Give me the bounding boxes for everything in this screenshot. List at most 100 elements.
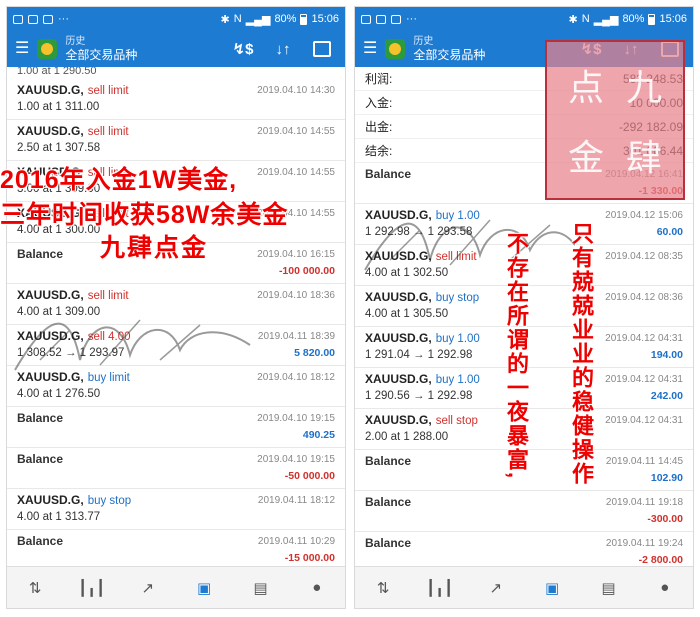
timestamp: 2019.04.12 04:31 [605,415,683,426]
metatrader-logo [37,39,58,59]
overlay-headline-1: 2016年入金1W美金, [0,166,238,194]
order-detail: 4.00 at 1 313.77 [17,511,101,523]
battery-icon [300,13,308,25]
order-type: sell limit [87,85,129,97]
partial-row: 1.00 at 1 290.50 [17,67,97,77]
status-bar: ··· ✱ N ▂▄▆ 80% 15:06 [355,7,693,31]
order-row[interactable]: XAUUSD.G, buy stop 2019.04.11 18:12 4.00 at… [7,489,345,530]
symbol: XAUUSD.G, [17,83,84,97]
chart-icon[interactable]: ┃╻┃ [426,579,453,597]
symbol: Balance [365,454,412,468]
symbol-filter-icon[interactable]: ↯$ [227,40,259,58]
amount: 102.90 [650,472,683,484]
balance-row[interactable]: Balance 2019.04.11 10:29 -15 000.00 [7,530,345,566]
symbol: Balance [17,452,64,466]
overlay-headline-2: 三年时间收获58W余美金 [0,201,289,229]
battery-percent: 80% [274,13,297,25]
bluetooth-icon: ✱ [220,13,230,26]
chat-notification-icon [43,14,53,24]
amount: -2 800.00 [638,554,683,566]
timestamp: 2019.04.12 08:35 [605,251,683,262]
amount: 490.25 [302,429,335,441]
timestamp: 2019.04.11 19:24 [605,538,683,549]
seal-char: 点 [567,68,604,109]
page-subtitle[interactable]: 全部交易品种 [65,48,219,62]
order-type: buy stop [87,495,132,507]
symbol: Balance [17,247,64,261]
seal-char: 九 [625,68,662,109]
messages-icon[interactable]: ● [306,579,328,597]
amount: -15 000.00 [284,552,335,564]
seal-char: 金 [567,138,604,179]
news-icon[interactable]: ▤ [249,579,271,597]
page-subtitle[interactable]: 全部交易品种 [413,48,567,62]
image-notification-icon [361,14,371,24]
metatrader-logo [385,39,406,59]
history-icon[interactable]: ▣ [541,579,563,597]
overlay-brand: 九肆点金 [100,234,209,262]
amount: 5 820.00 [294,347,335,359]
messages-icon[interactable]: ● [654,579,676,597]
balance-row[interactable]: Balance 2019.04.10 19:15 490.25 [7,407,345,448]
more-icon: ··· [406,13,417,25]
amount: 194.00 [650,349,683,361]
sort-icon[interactable]: ↓↑ [267,41,299,58]
timestamp: 2019.04.11 10:29 [257,536,335,547]
symbol: XAUUSD.G, [365,290,432,304]
timestamp: 2019.04.12 04:31 [605,333,683,344]
clock: 15:06 [311,13,339,25]
bottom-nav: ⇅ ┃╻┃ ↗ ▣ ▤ ● [7,566,345,608]
bluetooth-icon: ✱ [568,13,578,26]
timestamp: 2019.04.12 08:36 [605,292,683,303]
trade-icon[interactable]: ↗ [485,579,507,597]
order-type: sell stop [435,415,478,427]
trade-icon[interactable]: ↗ [137,579,159,597]
battery-percent: 80% [622,13,645,25]
timestamp: 2019.04.10 14:30 [257,85,335,96]
menu-icon[interactable]: ☰ [15,41,29,57]
overlay-vertical-left: 不存在所谓的一夜暴富, [504,232,529,481]
news-icon[interactable]: ▤ [597,579,619,597]
amount: 242.00 [650,390,683,402]
order-detail: 4.00 at 1 276.50 [17,388,101,400]
timestamp: 2019.04.11 18:12 [257,495,335,506]
amount: -300.00 [647,513,683,525]
balance-row[interactable]: Balance 2019.04.10 19:15 -50 000.00 [7,448,345,489]
overlay-vertical-right: 只有兢兢业业的稳健操作 [569,222,594,486]
order-row[interactable]: XAUUSD.G, sell limit 2019.04.10 14:30 1.00 … [7,79,345,120]
history-icon[interactable]: ▣ [193,579,215,597]
timestamp: 2019.04.10 18:36 [257,290,335,301]
timestamp: 2019.04.12 15:06 [605,210,683,221]
status-bar: ··· ✱ N ▂▄▆ 80% 15:06 [7,7,345,31]
order-type: buy 1.00 [435,333,480,345]
order-type: sell limit [87,126,129,138]
order-detail: 2.50 at 1 307.58 [17,142,101,154]
timestamp: 2019.04.10 18:12 [257,372,335,383]
signal-icon: ▂▄▆ [593,13,619,26]
menu-icon[interactable]: ☰ [363,41,377,57]
symbol: XAUUSD.G, [365,331,432,345]
image-notification-icon [13,14,23,24]
signal-icon: ▂▄▆ [245,13,271,26]
summary-label: 入金: [365,96,393,110]
amount: -50 000.00 [284,470,335,482]
calendar-icon[interactable] [313,41,331,57]
quotes-icon[interactable]: ⇅ [24,579,46,597]
order-row[interactable]: XAUUSD.G, sell limit 2019.04.10 14:55 2.50 … [7,120,345,161]
timestamp: 2019.04.11 14:45 [605,456,683,467]
chat-notification-icon [391,14,401,24]
page-title: 历史 [65,35,86,47]
symbol: Balance [17,534,64,548]
balance-row[interactable]: Balance 2019.04.11 19:24 -2 800.00 [355,532,693,566]
quotes-icon[interactable]: ⇅ [372,579,394,597]
signature-watermark [14,319,251,371]
symbol: Balance [17,411,64,425]
summary-label: 出金: [365,120,393,134]
clock: 15:06 [659,13,687,25]
nfc-icon: N [581,13,590,25]
chart-icon[interactable]: ┃╻┃ [78,579,105,597]
symbol: XAUUSD.G, [365,413,432,427]
balance-row[interactable]: Balance 2019.04.11 19:18 -300.00 [355,491,693,532]
chat-notification-icon [28,14,38,24]
amount: 60.00 [656,226,683,238]
